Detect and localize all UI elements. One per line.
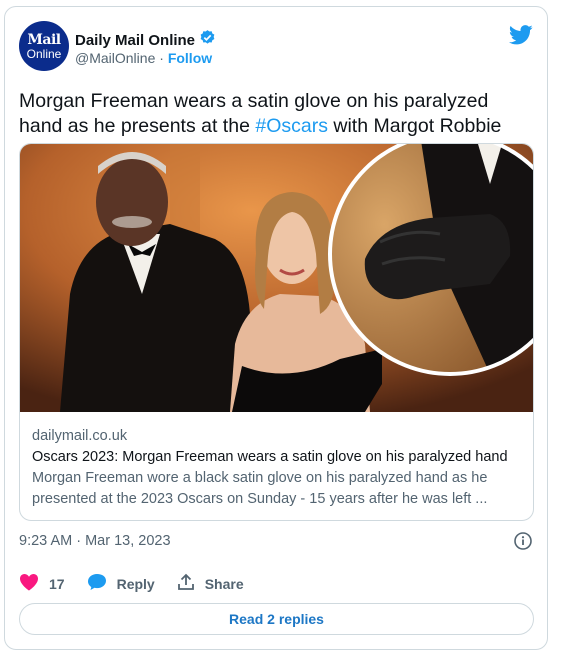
action-bar: 17 Reply Share xyxy=(19,573,266,594)
account-name[interactable]: Daily Mail Online xyxy=(75,32,195,49)
reply-bubble-icon xyxy=(87,573,107,594)
share-button[interactable]: Share xyxy=(177,573,244,594)
article-photo[interactable] xyxy=(20,144,533,412)
hashtag-link[interactable]: #Oscars xyxy=(255,115,328,137)
twitter-bird-icon[interactable] xyxy=(508,25,533,50)
reply-label: Reply xyxy=(116,575,155,592)
avatar-line1: Mail xyxy=(27,31,61,48)
avatar[interactable]: Mail Online xyxy=(19,21,69,71)
separator: · xyxy=(159,50,164,66)
share-icon xyxy=(177,573,195,594)
share-label: Share xyxy=(204,575,244,592)
heart-icon xyxy=(19,573,39,594)
tweet-text-end: with Margot Robbie xyxy=(327,115,502,137)
account-handle[interactable]: @MailOnline xyxy=(75,50,155,66)
read-replies-button[interactable]: Read 2 replies xyxy=(19,603,534,635)
avatar-line2: Online xyxy=(26,46,62,61)
link-preview-card[interactable]: dailymail.co.uk Oscars 2023: Morgan Free… xyxy=(19,143,534,521)
handle-row: @MailOnline · Follow xyxy=(75,50,212,66)
verified-badge-icon xyxy=(199,29,216,51)
tweet-card: Mail Online Daily Mail Online @MailOnlin… xyxy=(4,6,548,650)
link-title: Oscars 2023: Morgan Freeman wears a sati… xyxy=(32,449,508,465)
account-name-row: Daily Mail Online xyxy=(75,29,216,51)
tweet-timestamp[interactable]: 9:23 AM · Mar 13, 2023 xyxy=(19,533,171,549)
follow-button[interactable]: Follow xyxy=(168,50,212,66)
reply-button[interactable]: Reply xyxy=(87,573,155,594)
link-meta: dailymail.co.uk Oscars 2023: Morgan Free… xyxy=(32,426,522,510)
info-icon[interactable] xyxy=(513,531,533,556)
link-description: Morgan Freeman wore a black satin glove … xyxy=(32,470,488,507)
tweet-text: Morgan Freeman wears a satin glove on hi… xyxy=(19,89,534,139)
like-button[interactable]: 17 xyxy=(19,573,65,594)
link-domain: dailymail.co.uk xyxy=(32,428,128,444)
like-count: 17 xyxy=(49,575,65,592)
